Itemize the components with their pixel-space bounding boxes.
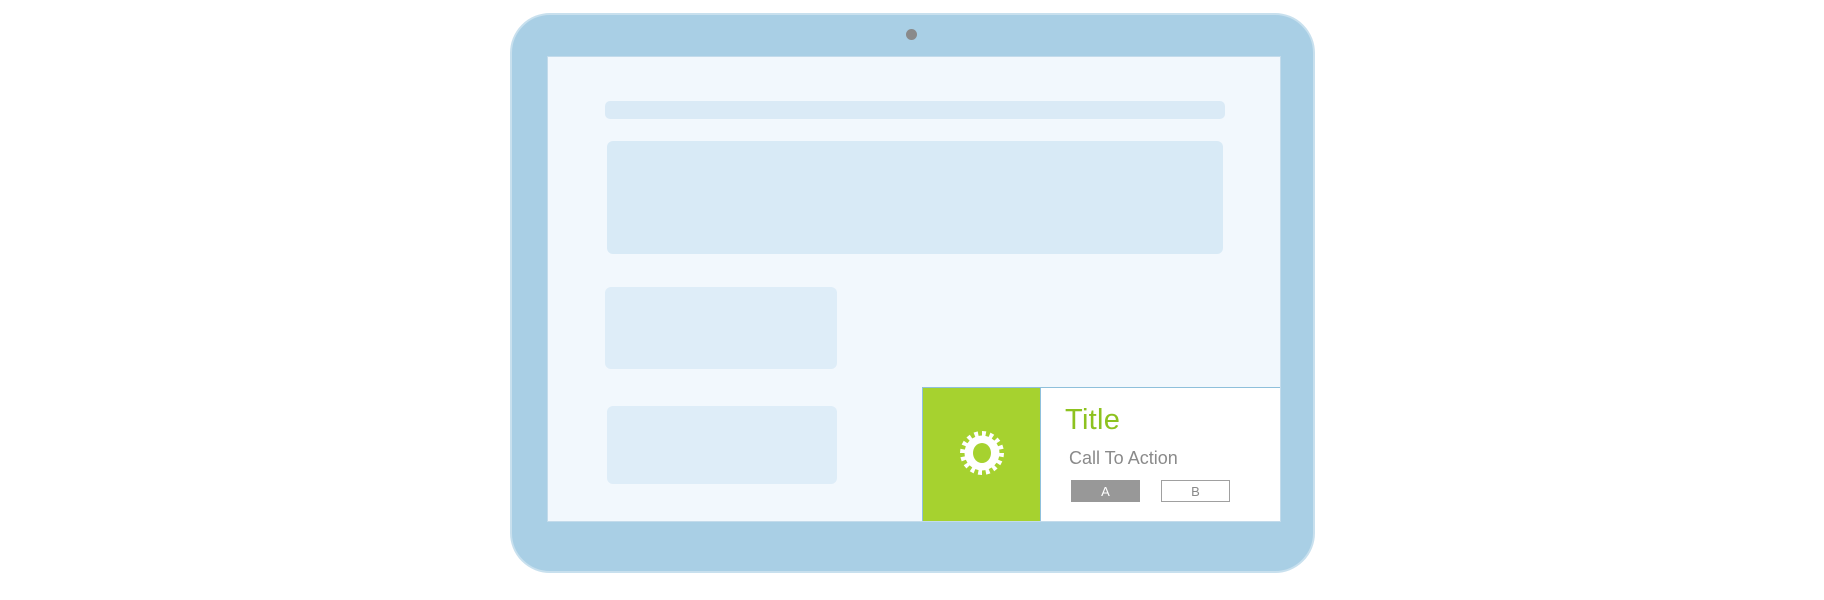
notification-icon-panel xyxy=(923,388,1041,521)
tablet-screen: Title Call To Action A B xyxy=(547,56,1281,522)
notification-body: Title Call To Action A B xyxy=(1041,388,1280,521)
placeholder-card xyxy=(607,406,837,484)
notification-title: Title xyxy=(1065,404,1121,436)
placeholder-card xyxy=(605,287,837,369)
button-b[interactable]: B xyxy=(1161,480,1230,502)
notification-call-to-action: Call To Action xyxy=(1069,448,1178,468)
tablet-device: Title Call To Action A B xyxy=(510,13,1315,573)
placeholder-hero-block xyxy=(607,141,1223,254)
camera-icon xyxy=(906,29,917,40)
placeholder-header-bar xyxy=(605,101,1225,119)
in-app-notification[interactable]: Title Call To Action A B xyxy=(922,387,1280,521)
stage: Title Call To Action A B xyxy=(0,0,1824,600)
button-a[interactable]: A xyxy=(1071,480,1140,502)
gear-icon xyxy=(959,430,1005,481)
